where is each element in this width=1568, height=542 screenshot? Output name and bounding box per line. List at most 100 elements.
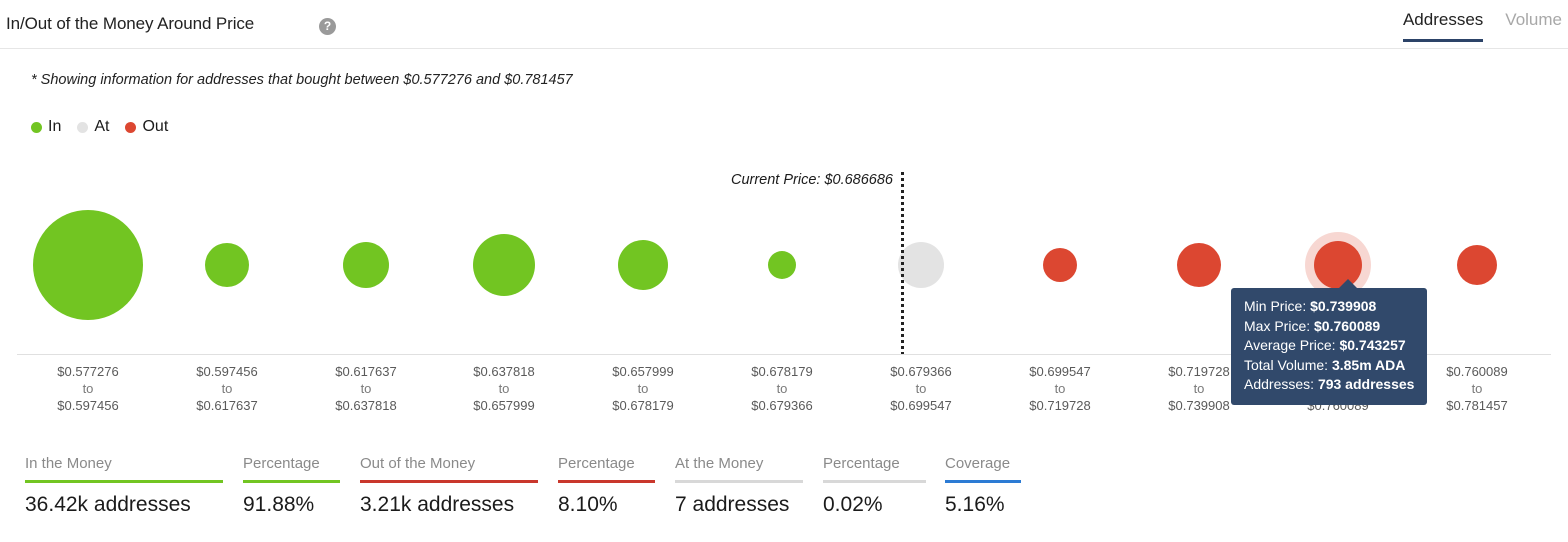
x-axis-label-4: $0.657999to$0.678179 [612, 363, 673, 414]
x-axis-label-to: $0.657999 [473, 397, 534, 414]
legend-dot-in-icon [31, 122, 42, 133]
x-axis-label-10: $0.760089to$0.781457 [1446, 363, 1507, 414]
x-axis-label-separator: to [57, 380, 118, 397]
stat-5: Percentage0.02% [823, 455, 926, 517]
x-axis-label-from: $0.679366 [890, 363, 951, 380]
x-axis-label-5: $0.678179to$0.679366 [751, 363, 812, 414]
tooltip-min-price-value: $0.739908 [1310, 298, 1376, 314]
bubble-out-10[interactable] [1457, 245, 1497, 285]
tooltip-row-max-price: Max Price: $0.760089 [1244, 317, 1414, 337]
legend-dot-out-icon [125, 122, 136, 133]
x-axis-label-8: $0.719728to$0.739908 [1168, 363, 1229, 414]
stat-underline-0 [25, 480, 223, 483]
bubble-tooltip: Min Price: $0.739908 Max Price: $0.76008… [1231, 288, 1427, 405]
stat-0: In the Money36.42k addresses [25, 455, 223, 517]
bubble-out-8[interactable] [1177, 243, 1221, 287]
tooltip-row-addresses: Addresses: 793 addresses [1244, 375, 1414, 395]
stat-value-5: 0.02% [823, 493, 926, 517]
x-axis-label-separator: to [1446, 380, 1507, 397]
legend-item-in[interactable]: In [31, 118, 61, 136]
x-axis-label-separator: to [473, 380, 534, 397]
tab-bar: Addresses Volume [1403, 10, 1562, 42]
x-axis-label-to: $0.679366 [751, 397, 812, 414]
tooltip-addresses-label: Addresses: [1244, 376, 1314, 392]
stat-underline-4 [675, 480, 803, 483]
x-axis-label-from: $0.617637 [335, 363, 396, 380]
stat-underline-1 [243, 480, 340, 483]
x-axis-label-separator: to [890, 380, 951, 397]
bubble-at-6[interactable] [898, 242, 944, 288]
tab-addresses[interactable]: Addresses [1403, 10, 1483, 42]
x-axis-label-2: $0.617637to$0.637818 [335, 363, 396, 414]
bubble-in-5[interactable] [768, 251, 796, 279]
summary-stats: In the Money36.42k addresses Percentage 91… [0, 455, 1568, 535]
help-circle-icon[interactable]: ? [319, 18, 336, 35]
page-title: In/Out of the Money Around Price [6, 14, 254, 34]
x-axis-label-from: $0.577276 [57, 363, 118, 380]
bubble-in-3[interactable] [473, 234, 535, 296]
stat-underline-6 [945, 480, 1021, 483]
x-axis-label-separator: to [1029, 380, 1090, 397]
tab-volume[interactable]: Volume [1505, 10, 1562, 42]
x-axis-label-0: $0.577276to$0.597456 [57, 363, 118, 414]
bubble-out-7[interactable] [1043, 248, 1077, 282]
tooltip-min-price-label: Min Price: [1244, 298, 1306, 314]
stat-label-3: Percentage [558, 455, 635, 480]
bubble-in-4[interactable] [618, 240, 668, 290]
x-axis-label-to: $0.637818 [335, 397, 396, 414]
x-axis-label-from: $0.657999 [612, 363, 673, 380]
tooltip-total-volume-value: 3.85m ADA [1332, 357, 1405, 373]
tooltip-max-price-label: Max Price: [1244, 318, 1310, 334]
stat-4: At the Money 7 addresses [675, 455, 803, 517]
stat-value-6: 5.16% [945, 493, 1021, 517]
stat-value-2: 3.21k addresses [360, 493, 538, 517]
tooltip-arrow-icon [1338, 279, 1358, 289]
bubble-in-0[interactable] [33, 210, 143, 320]
stat-6: Coverage 5.16% [945, 455, 1021, 517]
tooltip-row-average-price: Average Price: $0.743257 [1244, 336, 1414, 356]
bubble-in-1[interactable] [205, 243, 249, 287]
stat-value-3: 8.10% [558, 493, 655, 517]
x-axis-label-to: $0.617637 [196, 397, 257, 414]
stat-label-6: Coverage [945, 455, 1010, 480]
x-axis-label-from: $0.760089 [1446, 363, 1507, 380]
header-divider [0, 48, 1568, 49]
current-price-line [901, 172, 904, 355]
legend-label-out: Out [142, 118, 168, 136]
legend-item-at[interactable]: At [77, 118, 109, 136]
widget-header: In/Out of the Money Around Price ? Addre… [0, 0, 1568, 48]
legend-dot-at-icon [77, 122, 88, 133]
x-axis-label-to: $0.739908 [1168, 397, 1229, 414]
stat-1: Percentage 91.88% [243, 455, 340, 517]
stat-label-4: At the Money [675, 455, 763, 480]
x-axis-label-from: $0.699547 [1029, 363, 1090, 380]
tooltip-addresses-value: 793 addresses [1318, 376, 1415, 392]
x-axis-label-3: $0.637818to$0.657999 [473, 363, 534, 414]
x-axis-label-6: $0.679366to$0.699547 [890, 363, 951, 414]
stat-label-1: Percentage [243, 455, 320, 480]
x-axis-label-to: $0.719728 [1029, 397, 1090, 414]
stat-value-4: 7 addresses [675, 493, 803, 517]
stat-value-1: 91.88% [243, 493, 340, 517]
tooltip-row-min-price: Min Price: $0.739908 [1244, 297, 1414, 317]
x-axis-label-to: $0.781457 [1446, 397, 1507, 414]
legend-item-out[interactable]: Out [125, 118, 168, 136]
x-axis-label-to: $0.699547 [890, 397, 951, 414]
tooltip-total-volume-label: Total Volume: [1244, 357, 1328, 373]
stat-3: Percentage 8.10% [558, 455, 655, 517]
legend-label-at: At [94, 118, 109, 136]
stat-underline-5 [823, 480, 926, 483]
x-axis-label-to: $0.597456 [57, 397, 118, 414]
stat-2: Out of the Money3.21k addresses [360, 455, 538, 517]
tooltip-row-total-volume: Total Volume: 3.85m ADA [1244, 356, 1414, 376]
bubble-in-2[interactable] [343, 242, 389, 288]
x-axis-label-from: $0.719728 [1168, 363, 1229, 380]
x-axis-label-1: $0.597456to$0.617637 [196, 363, 257, 414]
stat-underline-3 [558, 480, 655, 483]
x-axis-label-separator: to [196, 380, 257, 397]
tooltip-average-price-value: $0.743257 [1339, 337, 1405, 353]
stat-label-0: In the Money [25, 455, 112, 480]
range-note: * Showing information for addresses that… [31, 72, 573, 88]
x-axis-label-separator: to [335, 380, 396, 397]
x-axis-label-7: $0.699547to$0.719728 [1029, 363, 1090, 414]
